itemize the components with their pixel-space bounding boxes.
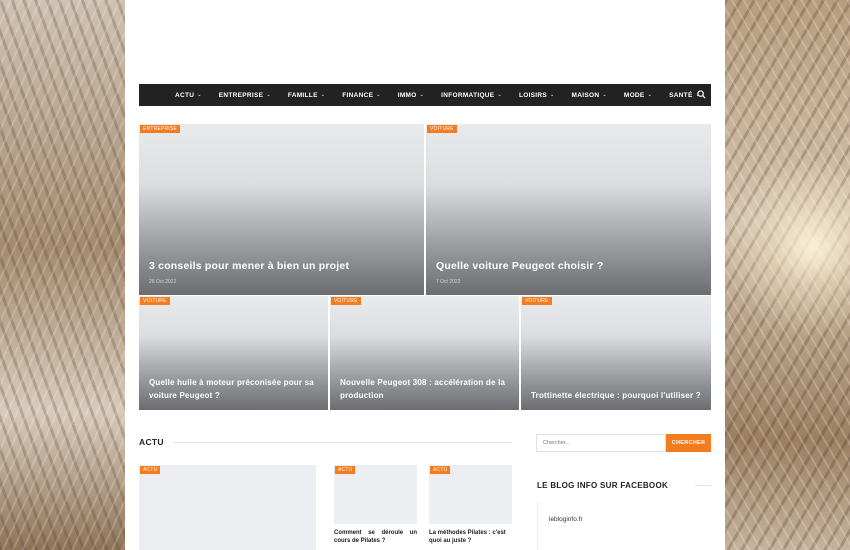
post-title[interactable]: La méthodes Pilates : c'est quoi au just… [429,529,512,545]
chevron-down-icon: ⌄ [376,92,381,98]
category-tag[interactable]: Voiture [331,297,361,305]
chevron-down-icon: ⌄ [602,92,607,98]
background-image-left [0,0,125,550]
section-divider [173,442,512,443]
background-image-right [725,0,850,550]
featured-post-card[interactable]: Entreprise 3 conseils pour mener à bien … [139,124,424,295]
post-thumbnail[interactable]: Actu [429,465,512,524]
chevron-down-icon: ⌄ [197,92,202,98]
chevron-down-icon: ⌄ [320,92,326,98]
page-container: ACTU ⌄ ENTREPRISE ⌄ FAMILLE ⌄ FINANCE ⌄ IMMO… [125,0,725,550]
category-tag[interactable]: Actu [140,466,161,474]
nav-item-famille[interactable]: FAMILLE ⌄ [288,92,325,99]
chevron-down-icon: ⌄ [266,92,271,98]
nav-item-sante[interactable]: SANTÉ ⌄ [669,92,700,99]
post-title[interactable]: Comment se déroule un cours de Pilates ? [334,529,417,545]
post-thumbnail[interactable]: Actu [334,465,417,524]
nav-item-informatique[interactable]: INFORMATIQUE ⌄ [441,92,502,99]
nav-item-entreprise[interactable]: ENTREPRISE ⌄ [219,92,271,99]
post-title[interactable]: Quelle huile à moteur préconisée pour sa… [149,376,318,402]
post-date: 26 Oct 2022 [149,279,177,285]
featured-post-card[interactable]: Voiture Quelle voiture Peugeot choisir ?… [426,124,711,295]
search-button[interactable]: CHERCHER [666,434,711,452]
facebook-widget [537,502,711,550]
search-icon[interactable] [697,90,706,99]
post-title[interactable]: Nouvelle Peugeot 308 : accélération de l… [340,376,509,402]
nav-item-finance[interactable]: FINANCE ⌄ [342,92,381,99]
category-tag[interactable]: Voiture [522,297,552,305]
chevron-down-icon: ⌄ [419,92,425,98]
section-title[interactable]: ACTU [139,437,164,447]
nav-item-immo[interactable]: IMMO ⌄ [398,92,424,99]
widget-divider [695,485,711,486]
category-tag[interactable]: Actu [335,466,356,474]
category-tag[interactable]: Voiture [140,297,170,305]
nav-item-actu[interactable]: ACTU ⌄ [175,92,202,99]
main-nav: ACTU ⌄ ENTREPRISE ⌄ FAMILLE ⌄ FINANCE ⌄ IMMO… [139,84,711,106]
facebook-page-link[interactable]: lebloginfo.fr [549,516,583,523]
post-title[interactable]: 3 conseils pour mener à bien un projet [149,260,414,272]
search-input[interactable] [536,434,666,452]
featured-post-card[interactable]: Voiture Nouvelle Peugeot 308 : accélérat… [330,296,519,410]
chevron-down-icon: ⌄ [647,92,653,98]
nav-item-maison[interactable]: MAISON ⌄ [572,92,607,99]
post-title[interactable]: Quelle voiture Peugeot choisir ? [436,260,701,272]
nav-item-loisirs[interactable]: LOISIRS ⌄ [519,92,555,99]
post-date: 7 Oct 2022 [436,279,461,285]
featured-post-card[interactable]: Voiture Quelle huile à moteur préconisée… [139,296,328,410]
nav-item-mode[interactable]: MODE ⌄ [624,92,652,99]
widget-title: LE BLOG INFO SUR FACEBOOK [537,481,669,490]
featured-post-card[interactable]: Voiture Trottinette électrique : pourquo… [521,296,711,410]
post-thumbnail[interactable]: Actu [139,465,316,550]
category-tag[interactable]: Entreprise [140,125,180,133]
post-title[interactable]: Trottinette électrique : pourquoi l'util… [531,389,701,402]
category-tag[interactable]: Voiture [427,125,457,133]
chevron-down-icon: ⌄ [550,92,555,98]
chevron-down-icon: ⌄ [497,92,502,98]
category-tag[interactable]: Actu [430,466,451,474]
